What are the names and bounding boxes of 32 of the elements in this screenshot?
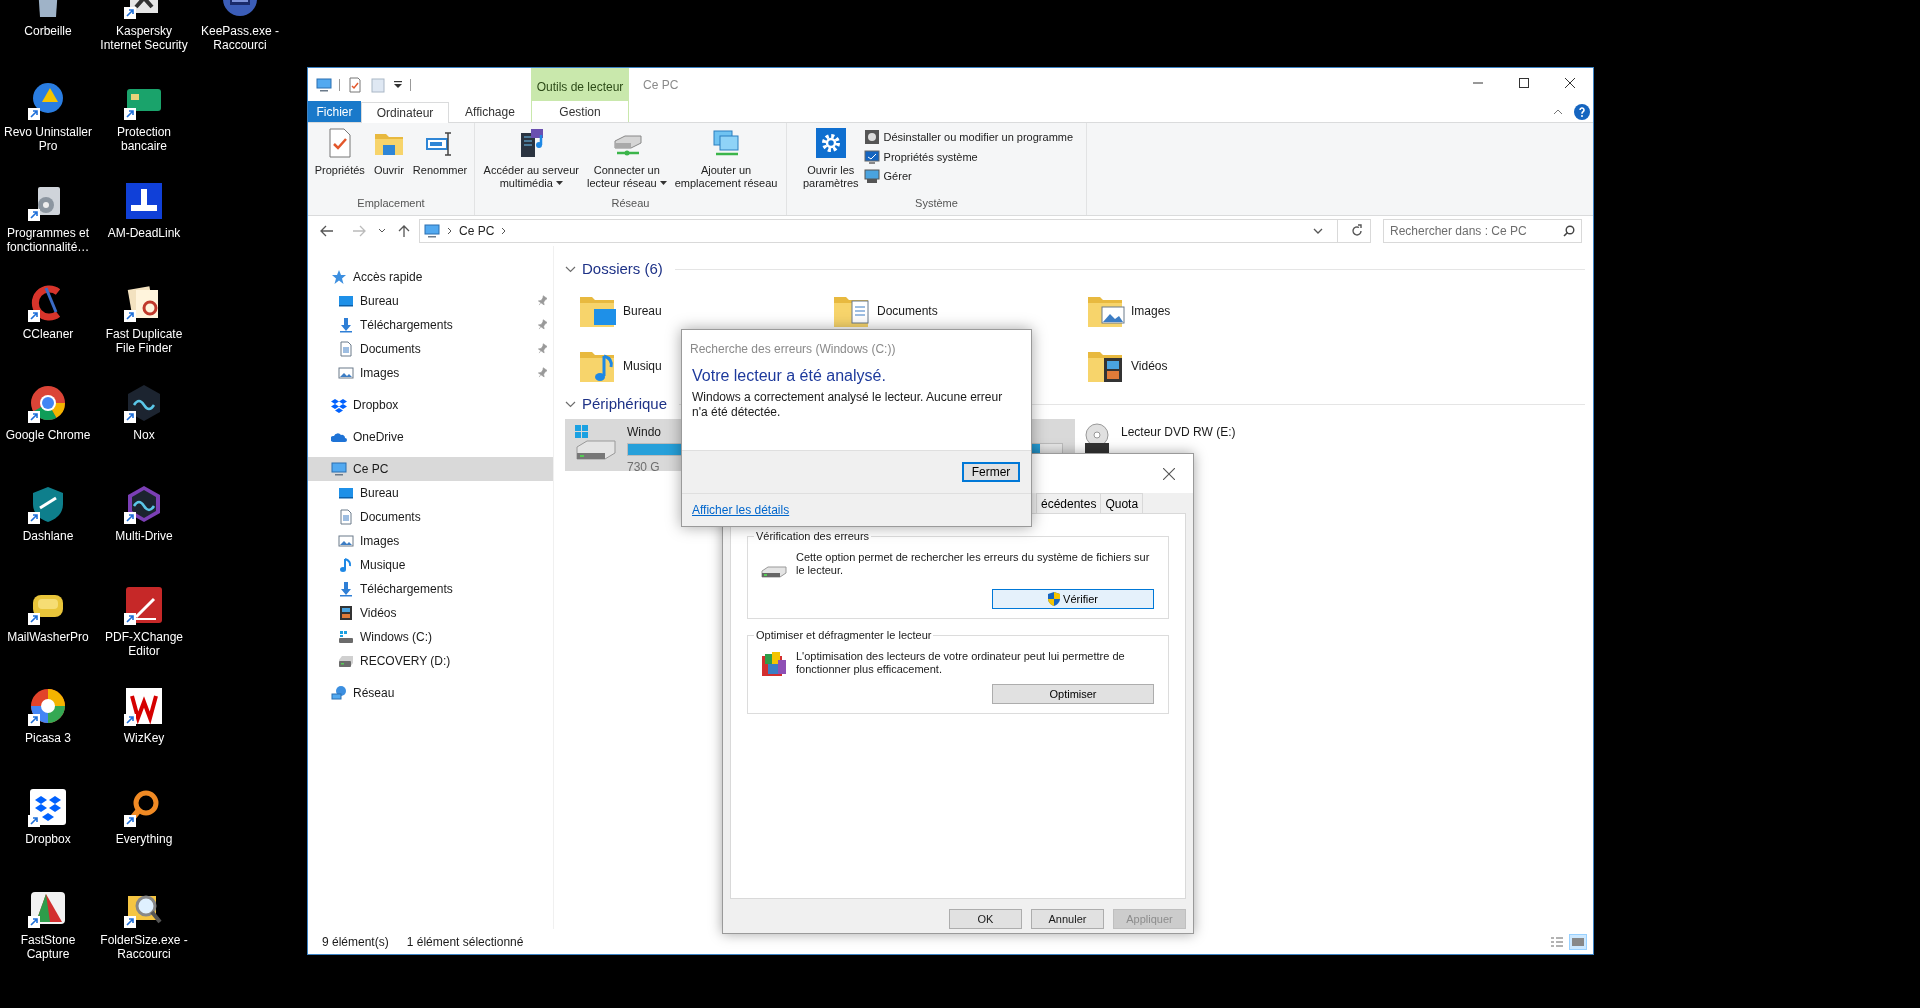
ribbon-group-label: Système (914, 196, 959, 211)
nav-item-label: Vidéos (360, 605, 398, 622)
nav-item-label: Bureau (360, 293, 400, 310)
nav-item-label: OneDrive (353, 429, 405, 446)
nav-item-label: Documents (360, 509, 422, 526)
ribbon-group-label: Réseau (610, 196, 651, 211)
nav-item-label: Ce PC (353, 461, 390, 478)
nav-item-label: Musique (360, 557, 407, 574)
status-text: 9 élément(s) (322, 933, 389, 951)
window-title: Ce PC (642, 77, 679, 94)
dialog-heading: Votre lecteur a été analysé. (691, 366, 887, 386)
dialog-title: Recherche des erreurs (Windows (C:)) (689, 341, 897, 358)
context-tab-header: Outils de lecteur (531, 68, 629, 101)
nav-item-label: Réseau (353, 685, 396, 702)
nav-item-label: Téléchargements (360, 581, 454, 598)
status-text: 1 élément sélectionné (406, 933, 524, 951)
nav-item-label: Accès rapide (353, 269, 424, 286)
nav-item-label: Images (360, 365, 401, 382)
group-title: Vérification des erreurs (754, 529, 872, 543)
nav-item-label: RECOVERY (D:) (360, 653, 452, 670)
nav-item-label: Dropbox (353, 397, 400, 414)
nav-item-label: Téléchargements (360, 317, 454, 334)
drive-free-space: 730 G (627, 459, 660, 476)
group-title: Optimiser et défragmenter le lecteur (754, 628, 934, 642)
nav-item-label: Windows (C:) (360, 629, 433, 646)
nav-item-label: Images (360, 533, 401, 550)
ribbon-group-label: Emplacement (356, 196, 426, 211)
dialog-message: Windows a correctement analysé le lecteur. Aucune erreur n'a été détectée. (691, 390, 1004, 421)
nav-item-label: Bureau (360, 485, 400, 502)
option-description: L'optimisation des lecteurs de votre ordinateur peut lui permettre de fonctionner plus efficacement. (796, 650, 1126, 677)
nav-item-label: Documents (360, 341, 422, 358)
option-description: Cette option permet de rechercher les erreurs du système de fichiers sur le lecteur. (796, 551, 1151, 578)
